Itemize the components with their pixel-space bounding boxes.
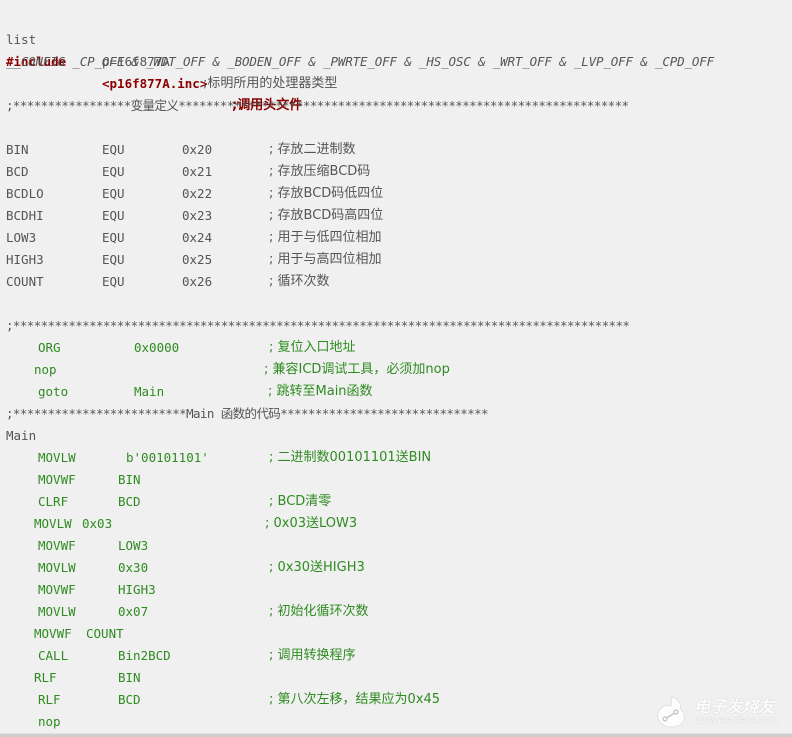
- instruction-comment: ; 二进制数00101101送BIN: [269, 450, 432, 465]
- var-address: 0x26: [182, 274, 213, 289]
- instruction-arg: 0x0000: [134, 340, 180, 355]
- var-comment: ; 存放压缩BCD码: [269, 164, 371, 179]
- instruction-arg: 0x03: [82, 516, 113, 531]
- instruction-op: RLF: [38, 692, 61, 707]
- main-section-divider: ;*************************Main 函数的代码****…: [6, 406, 489, 421]
- var-name: HIGH3: [6, 252, 44, 267]
- var-name: COUNT: [6, 274, 44, 289]
- include-directive-line: #include <p16f877A.inc> ;调用头文件: [6, 29, 302, 113]
- instruction-op: CALL: [38, 648, 69, 663]
- var-op: EQU: [102, 164, 125, 179]
- instruction-arg: BIN: [118, 670, 141, 685]
- bottom-border: [0, 733, 792, 737]
- var-section-divider: ;*****************变量定义******************…: [6, 98, 629, 113]
- main-label: Main: [6, 428, 37, 443]
- var-op: EQU: [102, 186, 125, 201]
- instruction-comment: ; 调用转换程序: [269, 648, 356, 663]
- var-address: 0x20: [182, 142, 213, 157]
- instruction-comment: ; 第八次左移，结果应为0x45: [269, 692, 441, 707]
- var-op: EQU: [102, 274, 125, 289]
- elecfans-watermark: 电子发烧友 www.elecfans.com: [654, 695, 778, 729]
- list-directive-line: list p=16f877A ;标明所用的处理器类型: [6, 7, 337, 91]
- instruction-arg: Main: [134, 384, 165, 399]
- var-comment: ; 用于与低四位相加: [269, 230, 382, 245]
- instruction-op: MOVWF: [38, 538, 76, 553]
- instruction-op: MOVLW: [38, 604, 76, 619]
- var-comment: ; 用于与高四位相加: [269, 252, 382, 267]
- instruction-op: goto: [38, 384, 69, 399]
- include-value: <p16f877A.inc>: [102, 76, 208, 91]
- var-op: EQU: [102, 252, 125, 267]
- var-name: BIN: [6, 142, 29, 157]
- var-op: EQU: [102, 208, 125, 223]
- instruction-comment: ; 复位入口地址: [269, 340, 356, 355]
- instruction-arg: LOW3: [118, 538, 149, 553]
- var-address: 0x25: [182, 252, 213, 267]
- instruction-comment: ; 跳转至Main函数: [268, 384, 373, 399]
- instruction-op: nop: [38, 714, 61, 729]
- instruction-comment: ; 初始化循环次数: [269, 604, 369, 619]
- instruction-arg: HIGH3: [118, 582, 156, 597]
- var-comment: ; 存放BCD码高四位: [269, 208, 384, 223]
- instruction-op: ORG: [38, 340, 61, 355]
- instruction-arg: 0x07: [118, 604, 149, 619]
- instruction-comment: ; 0x30送HIGH3: [269, 560, 365, 575]
- instruction-arg: Bin2BCD: [118, 648, 171, 663]
- instruction-op: MOVWF: [38, 472, 76, 487]
- instruction-comment: ; 兼容ICD调试工具，必须加nop: [264, 362, 450, 377]
- var-address: 0x23: [182, 208, 213, 223]
- config-line: __CONFIG _CP_OFF & _WDT_OFF & _BODEN_OFF…: [6, 54, 715, 69]
- instruction-op: nop: [34, 362, 57, 377]
- watermark-url: www.elecfans.com: [694, 715, 778, 726]
- instruction-arg: BCD: [118, 494, 141, 509]
- instruction-arg: COUNT: [86, 626, 124, 641]
- list-comment: ;标明所用的处理器类型: [203, 76, 338, 91]
- instruction-op: RLF: [34, 670, 57, 685]
- var-name: BCDHI: [6, 208, 44, 223]
- instruction-op: MOVLW: [34, 516, 72, 531]
- watermark-name: 电子发烧友: [694, 696, 775, 716]
- elecfans-logo-icon: [657, 696, 685, 728]
- instruction-op: MOVWF: [34, 626, 72, 641]
- var-address: 0x21: [182, 164, 213, 179]
- init-section-divider: ;***************************************…: [6, 318, 630, 333]
- var-name: BCDLO: [6, 186, 44, 201]
- var-name: LOW3: [6, 230, 37, 245]
- instruction-op: MOVLW: [38, 450, 76, 465]
- instruction-op: CLRF: [38, 494, 69, 509]
- var-op: EQU: [102, 230, 125, 245]
- instruction-arg: 0x30: [118, 560, 149, 575]
- instruction-arg: b'00101101': [126, 450, 209, 465]
- var-comment: ; 存放二进制数: [269, 142, 356, 157]
- var-comment: ; 循环次数: [269, 274, 330, 289]
- instruction-comment: ; BCD清零: [269, 494, 332, 509]
- var-address: 0x24: [182, 230, 213, 245]
- instruction-arg: BCD: [118, 692, 141, 707]
- var-op: EQU: [102, 142, 125, 157]
- var-name: BCD: [6, 164, 29, 179]
- instruction-comment: ; 0x03送LOW3: [265, 516, 358, 531]
- instruction-arg: BIN: [118, 472, 141, 487]
- instruction-op: MOVWF: [38, 582, 76, 597]
- var-comment: ; 存放BCD码低四位: [269, 186, 384, 201]
- var-address: 0x22: [182, 186, 213, 201]
- instruction-op: MOVLW: [38, 560, 76, 575]
